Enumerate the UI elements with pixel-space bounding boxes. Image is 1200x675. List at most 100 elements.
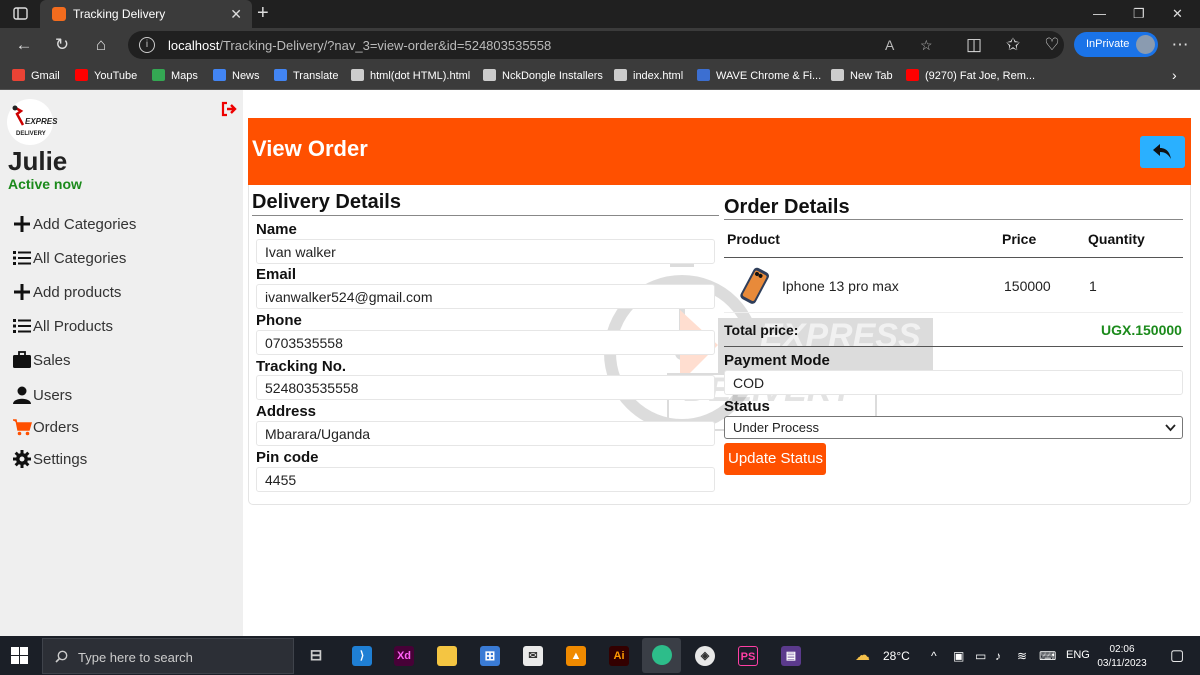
refresh-icon[interactable]: ↻ xyxy=(52,35,72,55)
update-status-button[interactable]: Update Status xyxy=(724,443,826,475)
tracking-field[interactable]: 524803535558 xyxy=(256,375,715,400)
vlc-icon[interactable]: ▲ xyxy=(566,646,586,666)
delivery-details-heading: Delivery Details xyxy=(252,191,401,213)
sidebar-item-orders[interactable]: Orders xyxy=(12,417,79,437)
maximize-icon[interactable]: ❐ xyxy=(1133,6,1145,22)
inprivate-badge[interactable]: InPrivate xyxy=(1074,32,1158,57)
bookmark-youtube[interactable]: YouTube xyxy=(75,69,137,82)
speaker-icon[interactable]: ♪ xyxy=(995,649,1001,663)
close-tab-icon[interactable]: ✕ xyxy=(230,6,242,23)
bookmarks-overflow-icon[interactable]: › xyxy=(1172,67,1177,83)
task-view-icon[interactable]: ⊟ xyxy=(306,646,326,666)
home-icon[interactable]: ⌂ xyxy=(91,35,111,55)
tab-actions-icon[interactable] xyxy=(13,7,28,20)
edge-active-icon[interactable] xyxy=(642,638,681,673)
bookmark-gmail[interactable]: Gmail xyxy=(12,69,60,82)
sidebar-item-label: Settings xyxy=(33,450,88,468)
page-icon xyxy=(351,69,364,81)
column-product: Product xyxy=(727,231,780,247)
temperature[interactable]: 28°C xyxy=(883,649,910,663)
close-window-icon[interactable]: ✕ xyxy=(1172,6,1183,22)
language-indicator[interactable]: ENG xyxy=(1066,649,1090,661)
logout-icon[interactable] xyxy=(220,100,238,118)
clock[interactable]: 02:06 03/11/2023 xyxy=(1097,643,1147,671)
briefcase-icon xyxy=(13,351,31,368)
name-field[interactable]: Ivan walker xyxy=(256,239,715,264)
clock-date: 03/11/2023 xyxy=(1097,658,1147,669)
bookmark-wave[interactable]: WAVE Chrome & Fi... xyxy=(697,69,821,82)
favorite-star-icon[interactable]: ☆ xyxy=(920,37,933,54)
status-select[interactable]: Under Process xyxy=(724,416,1183,439)
app-icon[interactable]: ◈ xyxy=(695,646,715,666)
reply-arrow-icon xyxy=(1153,144,1171,159)
status-select-value: Under Process xyxy=(733,420,819,435)
gear-icon xyxy=(13,450,31,468)
bookmark-html[interactable]: html(dot HTML).html xyxy=(351,69,470,82)
back-button[interactable] xyxy=(1140,136,1185,168)
windows-start-icon[interactable] xyxy=(11,647,28,664)
bookmark-youtube-video[interactable]: (9270) Fat Joe, Rem... xyxy=(906,69,1035,82)
url-field[interactable]: i localhost/Tracking-Delivery/?nav_3=vie… xyxy=(128,31,1064,59)
phpstorm-icon[interactable]: PS xyxy=(738,646,758,666)
split-screen-icon[interactable]: ◫ xyxy=(964,35,984,55)
email-field[interactable]: ivanwalker524@gmail.com xyxy=(256,284,715,309)
file-explorer-icon[interactable] xyxy=(437,646,457,666)
adobe-xd-icon[interactable]: Xd xyxy=(394,646,414,666)
illustrator-icon[interactable]: Ai xyxy=(609,646,629,666)
wifi-icon[interactable]: ≋ xyxy=(1017,649,1027,663)
maps-icon xyxy=(152,69,165,81)
store-icon[interactable]: ⊞ xyxy=(480,646,500,666)
sidebar-item-sales[interactable]: Sales xyxy=(12,350,71,370)
new-tab-icon[interactable]: + xyxy=(257,2,269,25)
bookmark-index[interactable]: index.html xyxy=(614,69,683,82)
page-icon xyxy=(614,69,627,81)
gmail-icon xyxy=(12,69,25,81)
mail-icon[interactable]: ✉ xyxy=(523,646,543,666)
weather-icon[interactable]: ☁ xyxy=(855,646,870,664)
keyboard-icon[interactable]: ⌨ xyxy=(1039,649,1056,663)
sidebar-item-all-products[interactable]: All Products xyxy=(12,316,113,336)
tray-overflow-icon[interactable]: ^ xyxy=(931,649,937,663)
camera-icon[interactable]: ▣ xyxy=(953,649,964,663)
taskbar-search[interactable]: Type here to search xyxy=(42,638,294,674)
bookmark-news[interactable]: News xyxy=(213,69,260,82)
phone-label: Phone xyxy=(256,312,302,329)
table-row-price: 150000 xyxy=(1004,278,1051,294)
favorites-icon[interactable]: ✩ xyxy=(1003,35,1023,55)
browser-essentials-icon[interactable]: ♡ xyxy=(1042,35,1062,55)
browser-tab[interactable]: Tracking Delivery ✕ xyxy=(40,0,252,28)
back-icon[interactable]: ← xyxy=(14,35,34,55)
windows-taskbar: Type here to search ⊟ ⟩ Xd ⊞ ✉ ▲ Ai ◈ PS… xyxy=(0,636,1200,675)
plus-icon xyxy=(14,284,30,300)
bookmark-translate[interactable]: Translate xyxy=(274,69,338,82)
total-price-label: Total price: xyxy=(724,322,799,338)
sidebar-item-users[interactable]: Users xyxy=(12,385,72,405)
sidebar-item-add-products[interactable]: Add products xyxy=(12,282,121,302)
wave-icon xyxy=(697,69,710,81)
minimize-icon[interactable]: — xyxy=(1093,6,1106,21)
profile-avatar xyxy=(1136,35,1155,54)
sidebar-item-label: Orders xyxy=(33,418,79,436)
sidebar-item-add-categories[interactable]: Add Categories xyxy=(12,214,136,234)
sidebar-item-settings[interactable]: Settings xyxy=(12,449,87,469)
address-field[interactable]: Mbarara/Uganda xyxy=(256,421,715,446)
table-row-quantity: 1 xyxy=(1089,278,1097,294)
phone-field[interactable]: 0703535558 xyxy=(256,330,715,355)
sidebar-item-all-categories[interactable]: All Categories xyxy=(12,248,126,268)
list-icon xyxy=(13,319,31,333)
read-aloud-icon[interactable]: A xyxy=(885,37,894,53)
battery-icon[interactable]: ▭ xyxy=(975,649,986,663)
notifications-icon[interactable]: ▢ xyxy=(1170,646,1184,664)
payment-mode-field[interactable]: COD xyxy=(724,370,1183,395)
bookmark-new-tab[interactable]: New Tab xyxy=(831,69,893,82)
bookmark-nckdongle[interactable]: NckDongle Installers xyxy=(483,69,603,82)
clock-time: 02:06 xyxy=(1109,644,1135,655)
more-menu-icon[interactable]: ⋯ xyxy=(1170,35,1190,55)
terminal-icon[interactable]: ▤ xyxy=(781,646,801,666)
bookmark-maps[interactable]: Maps xyxy=(152,69,198,82)
site-info-icon[interactable]: i xyxy=(139,37,155,53)
status-label: Status xyxy=(724,398,770,415)
vscode-icon[interactable]: ⟩ xyxy=(352,646,372,666)
pin-code-field[interactable]: 4455 xyxy=(256,467,715,492)
tracking-label: Tracking No. xyxy=(256,358,347,375)
